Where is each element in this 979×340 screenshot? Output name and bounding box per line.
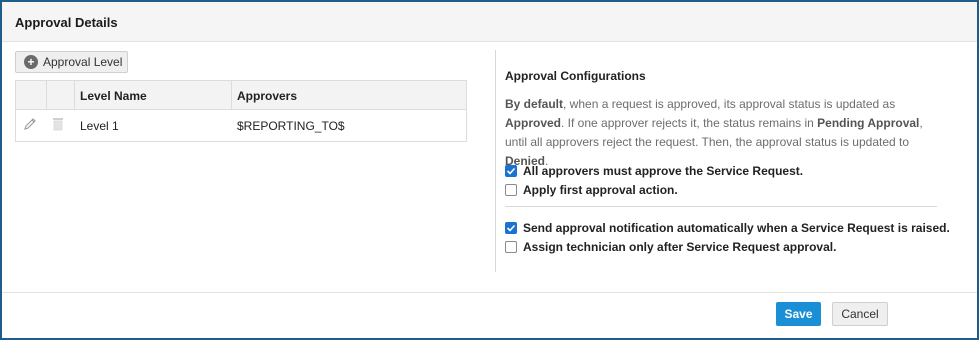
option-send-notification[interactable]: Send approval notification automatically… <box>505 221 950 235</box>
save-button[interactable]: Save <box>776 302 821 326</box>
desc-text-2: . If one approver rejects it, the status… <box>561 116 818 130</box>
column-divider <box>46 81 47 110</box>
configurations-title: Approval Configurations <box>505 69 646 83</box>
desc-default: By default <box>505 97 564 111</box>
checkbox-unchecked-icon[interactable] <box>505 184 517 196</box>
option-send-notification-label: Send approval notification automatically… <box>523 221 950 235</box>
plus-circle-icon: + <box>24 55 38 69</box>
edit-pencil-icon[interactable] <box>23 117 37 131</box>
option-first-approval[interactable]: Apply first approval action. <box>505 183 678 197</box>
add-approval-level-label: Approval Level <box>43 55 123 69</box>
option-assign-technician[interactable]: Assign technician only after Service Req… <box>505 240 836 254</box>
column-header-approvers[interactable]: Approvers <box>237 89 297 103</box>
trash-icon[interactable] <box>52 117 64 131</box>
cancel-button[interactable]: Cancel <box>832 302 888 326</box>
column-divider <box>74 81 75 110</box>
panel-header: Approval Details <box>2 2 977 42</box>
desc-pending: Pending Approval <box>817 116 920 130</box>
column-header-level-name[interactable]: Level Name <box>80 89 147 103</box>
column-divider <box>231 81 232 110</box>
approvers-cell: $REPORTING_TO$ <box>237 119 345 133</box>
option-assign-technician-label: Assign technician only after Service Req… <box>523 240 837 254</box>
desc-approved: Approved <box>505 116 562 130</box>
panel-divider <box>495 50 496 272</box>
table-header: Level Name Approvers <box>16 81 466 110</box>
options-divider <box>505 206 937 207</box>
checkbox-checked-icon[interactable] <box>505 165 517 177</box>
table-row[interactable]: Level 1 $REPORTING_TO$ <box>16 110 466 141</box>
approval-levels-table: Level Name Approvers Level 1 $REPORTING_… <box>15 80 467 142</box>
footer-divider <box>2 292 977 293</box>
configurations-description: By default, when a request is approved, … <box>505 95 945 171</box>
page-title: Approval Details <box>15 15 118 30</box>
desc-text-1: , when a request is approved, its approv… <box>563 97 896 111</box>
option-all-approvers[interactable]: All approvers must approve the Service R… <box>505 164 803 178</box>
add-approval-level-button[interactable]: + Approval Level <box>15 51 128 73</box>
level-name-cell: Level 1 <box>80 119 119 133</box>
checkbox-unchecked-icon[interactable] <box>505 241 517 253</box>
option-all-approvers-label: All approvers must approve the Service R… <box>523 164 804 178</box>
checkbox-checked-icon[interactable] <box>505 222 517 234</box>
option-first-approval-label: Apply first approval action. <box>523 183 678 197</box>
approval-details-panel: Approval Details + Approval Level Level … <box>0 0 979 340</box>
